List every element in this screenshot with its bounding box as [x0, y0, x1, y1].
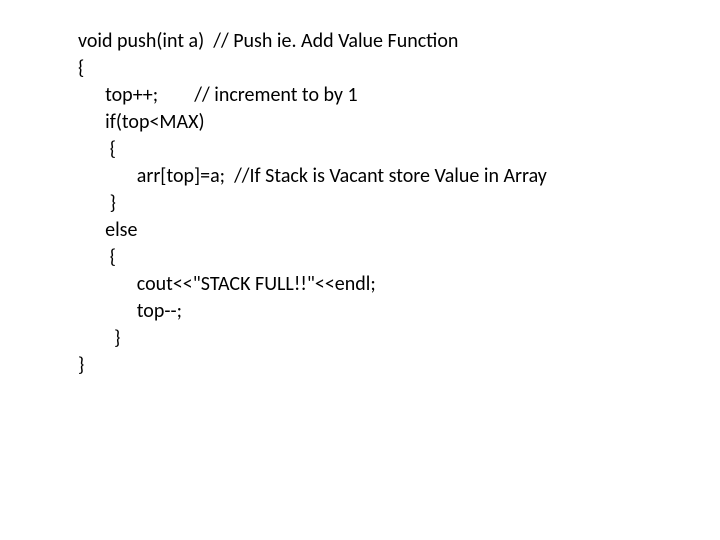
code-line: { [78, 55, 720, 82]
code-line: if(top<MAX) [78, 109, 720, 136]
code-line: top++; // increment to by 1 [78, 82, 720, 109]
code-line: top--; [78, 298, 720, 325]
code-slide: void push(int a) // Push ie. Add Value F… [0, 0, 720, 379]
code-line: else [78, 217, 720, 244]
code-line: void push(int a) // Push ie. Add Value F… [78, 28, 720, 55]
code-line: cout<<"STACK FULL!!"<<endl; [78, 271, 720, 298]
code-line: { [78, 136, 720, 163]
code-line: } [78, 325, 720, 352]
code-line: } [78, 352, 720, 379]
code-line: { [78, 244, 720, 271]
code-line: arr[top]=a; //If Stack is Vacant store V… [78, 163, 720, 190]
code-line: } [78, 190, 720, 217]
